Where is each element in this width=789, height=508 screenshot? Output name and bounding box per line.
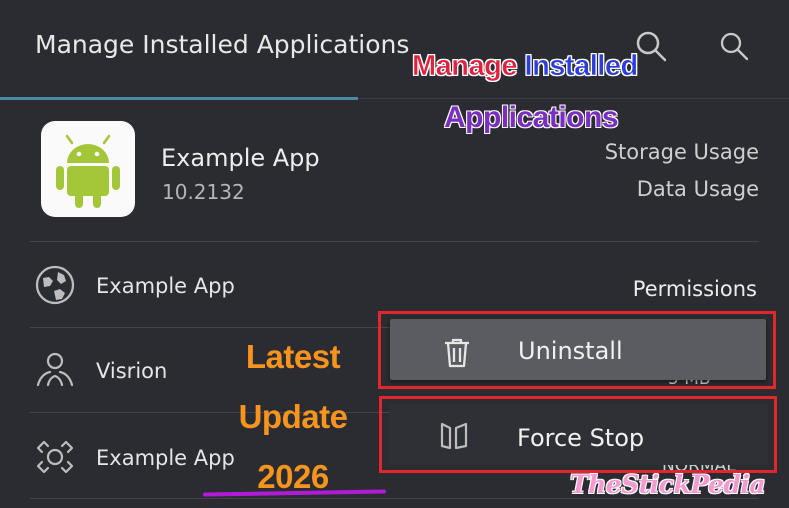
force-stop-label: Force Stop: [517, 424, 645, 452]
trash-icon: [445, 338, 469, 368]
android-icon: [56, 134, 120, 208]
globe-icon: [35, 265, 75, 305]
search-icon[interactable]: [634, 29, 668, 63]
uninstall-label: Uninstall: [518, 337, 623, 365]
data-usage-link[interactable]: Data Usage: [637, 177, 759, 201]
users-icon: [36, 352, 74, 387]
divider: [30, 241, 759, 242]
row-label: Visrion: [96, 359, 168, 383]
uninstall-highlight: Uninstall: [378, 311, 776, 389]
row-label: Example App: [96, 446, 235, 470]
uninstall-button[interactable]: Uninstall: [390, 319, 766, 380]
row-label: Example App: [96, 274, 235, 298]
tab-indicator: [0, 97, 358, 100]
app-icon: [41, 121, 135, 217]
overlay-update-text: Latest Update 2026: [238, 338, 348, 495]
storage-usage-link[interactable]: Storage Usage: [605, 140, 759, 164]
search-icon[interactable]: [719, 31, 749, 61]
app-name: Example App: [161, 144, 320, 172]
tab-divider: [358, 98, 789, 99]
overlay-title-line1: Manage Installed: [412, 50, 639, 83]
force-stop-highlight: Force Stop: [379, 396, 777, 473]
page-title: Manage Installed Applications: [35, 30, 410, 59]
force-stop-button[interactable]: Force Stop: [389, 404, 768, 465]
app-version: 10.2132: [162, 180, 245, 204]
watermark: TheStickPedia: [570, 470, 766, 499]
stop-icon: [440, 422, 468, 450]
overlay-title-line2: Applications: [444, 101, 619, 134]
focus-icon: [36, 440, 74, 474]
permissions-link[interactable]: Permissions: [633, 277, 757, 301]
